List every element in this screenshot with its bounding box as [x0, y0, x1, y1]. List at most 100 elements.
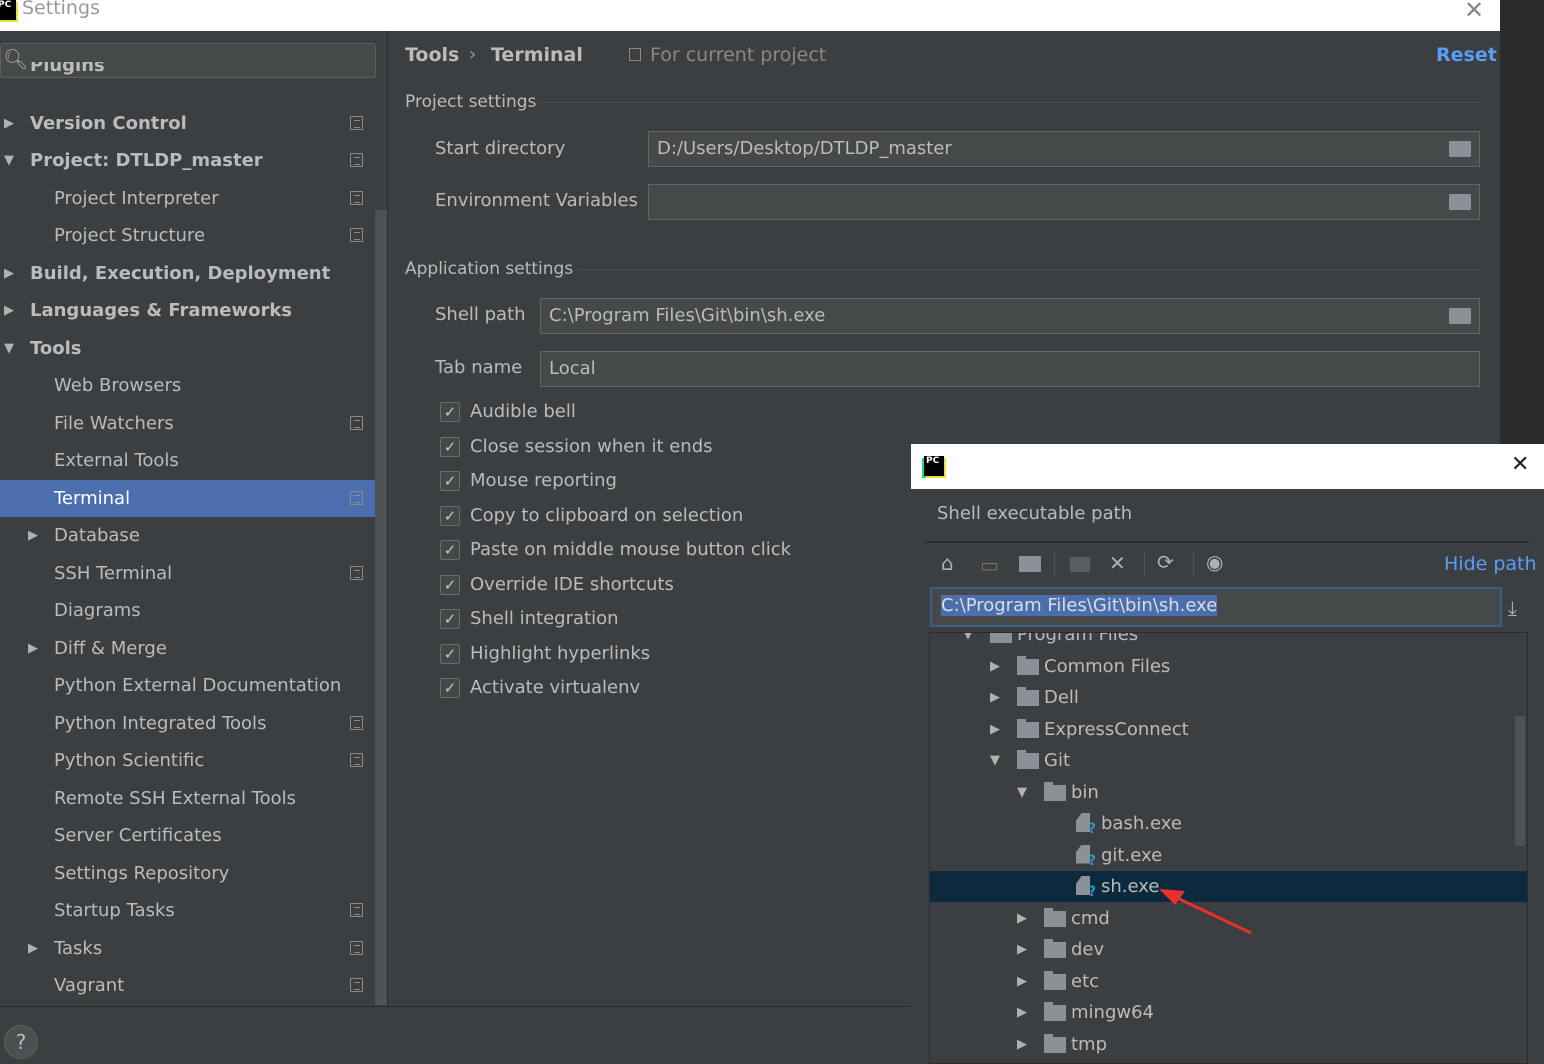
breadcrumb-tools[interactable]: Tools — [405, 44, 459, 66]
checkbox[interactable]: ✓ — [440, 540, 460, 560]
sidebar-item[interactable]: SSH Terminal — [0, 555, 375, 592]
tree-item[interactable]: ▼ Program Files — [930, 633, 1527, 650]
sidebar-item[interactable]: ▶ Tasks — [0, 930, 375, 967]
tree-item[interactable]: ▶ Dell — [930, 682, 1527, 713]
new-folder-icon[interactable] — [1070, 557, 1090, 572]
collapsed-arrow-icon[interactable]: ▶ — [1017, 934, 1027, 965]
checkbox[interactable]: ✓ — [440, 471, 460, 491]
browse-folder-icon[interactable] — [1449, 194, 1471, 210]
download-icon[interactable]: ⤓ — [1508, 596, 1517, 620]
sidebar-item[interactable]: Python Scientific — [0, 742, 375, 779]
delete-icon[interactable]: ✕ — [1109, 551, 1126, 575]
sidebar-item[interactable]: External Tools — [0, 442, 375, 479]
checkbox[interactable]: ✓ — [440, 436, 460, 457]
sidebar-item[interactable]: ▶ Build, Execution, Deployment — [0, 255, 375, 292]
tree-item[interactable]: ? git.exe — [930, 840, 1527, 871]
checkbox[interactable]: ✓ — [440, 609, 460, 629]
checkbox-label[interactable]: Mouse reporting — [470, 470, 617, 491]
collapsed-arrow-icon[interactable]: ▶ — [990, 651, 1000, 682]
checkbox-label[interactable]: Audible bell — [470, 401, 576, 422]
tree-item[interactable]: ▼ bin — [930, 777, 1527, 808]
sidebar-item[interactable]: ▶ Diff & Merge — [0, 630, 375, 667]
expanded-arrow-icon[interactable]: ▼ — [4, 330, 14, 367]
home-icon[interactable]: ⌂ — [941, 551, 954, 575]
sidebar-item[interactable]: ▶ Version Control — [0, 105, 375, 142]
collapsed-arrow-icon[interactable]: ▶ — [990, 682, 1000, 713]
collapsed-arrow-icon[interactable]: ▶ — [4, 105, 14, 142]
sidebar-item[interactable]: Diagrams — [0, 592, 375, 629]
expanded-arrow-icon[interactable]: ▼ — [4, 142, 14, 179]
tree-item[interactable]: ▶ mingw64 — [930, 997, 1527, 1028]
browse-folder-icon[interactable] — [1449, 308, 1471, 324]
checkbox-label[interactable]: Activate virtualenv — [470, 677, 640, 698]
sidebar-item[interactable]: Python Integrated Tools — [0, 705, 375, 742]
checkbox[interactable]: ✓ — [440, 678, 460, 698]
help-button[interactable]: ? — [4, 1025, 38, 1059]
collapsed-arrow-icon[interactable]: ▶ — [28, 630, 38, 667]
checkbox-label[interactable]: Paste on middle mouse button click — [470, 539, 791, 560]
collapsed-arrow-icon[interactable]: ▶ — [1017, 1029, 1027, 1060]
sidebar-item[interactable]: File Watchers — [0, 405, 375, 442]
collapsed-arrow-icon[interactable]: ▶ — [1017, 903, 1027, 934]
start-directory-field[interactable]: D:/Users/Desktop/DTLDP_master — [648, 131, 1480, 167]
expanded-arrow-icon[interactable]: ▼ — [1017, 777, 1027, 808]
tree-item[interactable]: ▶ tmp — [930, 1029, 1527, 1060]
sidebar-item[interactable]: Project Structure — [0, 217, 375, 254]
sidebar-item[interactable]: ▶ Database — [0, 517, 375, 554]
checkbox-label[interactable]: Shell integration — [470, 608, 619, 629]
sidebar-item[interactable]: Python External Documentation — [0, 667, 375, 704]
tree-item[interactable]: ▶ etc — [930, 966, 1527, 997]
expanded-arrow-icon[interactable]: ▼ — [963, 633, 973, 650]
tree-item[interactable]: ▶ dev — [930, 934, 1527, 965]
checkbox-label[interactable]: Copy to clipboard on selection — [470, 505, 743, 526]
close-icon[interactable]: ✕ — [1511, 452, 1529, 477]
checkbox-label[interactable]: Override IDE shortcuts — [470, 574, 674, 595]
sidebar-item[interactable]: Web Browsers — [0, 367, 375, 404]
collapsed-arrow-icon[interactable]: ▶ — [1017, 966, 1027, 997]
sidebar-item[interactable]: ▼ Project: DTLDP_master — [0, 142, 375, 179]
tree-item[interactable]: ▶ ExpressConnect — [930, 714, 1527, 745]
collapsed-arrow-icon[interactable]: ▶ — [4, 255, 14, 292]
tree-scrollbar[interactable] — [1515, 716, 1525, 846]
sidebar-item[interactable]: Remote SSH External Tools — [0, 780, 375, 817]
checkbox[interactable]: ✓ — [440, 402, 460, 422]
sidebar-item-label: Vagrant — [54, 975, 125, 996]
collapsed-arrow-icon[interactable]: ▶ — [28, 930, 38, 967]
hide-path-link[interactable]: Hide path — [1444, 553, 1537, 575]
shell-path-field[interactable]: C:\Program Files\Git\bin\sh.exe — [540, 298, 1480, 334]
sidebar-item[interactable]: ▼ Tools — [0, 330, 375, 367]
collapsed-arrow-icon[interactable]: ▶ — [28, 517, 38, 554]
sidebar-scrollbar[interactable] — [375, 210, 387, 1005]
checkbox-label[interactable]: Close session when it ends — [470, 436, 713, 457]
show-hidden-icon[interactable]: ◉ — [1206, 550, 1223, 574]
checkbox[interactable]: ✓ — [440, 505, 460, 526]
project-settings-heading: Project settings — [405, 92, 537, 112]
sidebar-item[interactable]: Plugins — [0, 62, 375, 86]
tab-name-field[interactable]: Local — [540, 351, 1480, 387]
chooser-path-input[interactable]: C:\Program Files\Git\bin\sh.exe — [930, 587, 1502, 627]
desktop-icon[interactable]: ▭ — [980, 553, 999, 577]
checkbox[interactable]: ✓ — [440, 643, 460, 664]
refresh-icon[interactable]: ⟳ — [1157, 550, 1174, 574]
collapsed-arrow-icon[interactable]: ▶ — [1017, 997, 1027, 1028]
checkbox-label[interactable]: Highlight hyperlinks — [470, 643, 650, 664]
reset-link[interactable]: Reset — [1436, 44, 1497, 66]
sidebar-item[interactable]: Project Interpreter — [0, 180, 375, 217]
browse-folder-icon[interactable] — [1449, 141, 1471, 157]
tree-item[interactable]: ? bash.exe — [930, 808, 1527, 839]
project-folder-icon[interactable] — [1019, 556, 1041, 572]
close-icon[interactable]: ✕ — [1464, 0, 1484, 24]
tree-item[interactable]: ▶ Common Files — [930, 651, 1527, 682]
sidebar-item[interactable]: Vagrant — [0, 967, 375, 1004]
expanded-arrow-icon[interactable]: ▼ — [990, 745, 1000, 776]
sidebar-item[interactable]: Settings Repository — [0, 855, 375, 892]
tree-item[interactable]: ▼ Git — [930, 745, 1527, 776]
sidebar-item[interactable]: Terminal — [0, 479, 375, 517]
collapsed-arrow-icon[interactable]: ▶ — [4, 292, 14, 329]
sidebar-item[interactable]: Server Certificates — [0, 817, 375, 854]
env-variables-field[interactable] — [648, 184, 1480, 220]
checkbox[interactable]: ✓ — [440, 574, 460, 595]
sidebar-item[interactable]: ▶ Languages & Frameworks — [0, 292, 375, 329]
collapsed-arrow-icon[interactable]: ▶ — [990, 714, 1000, 745]
sidebar-item[interactable]: Startup Tasks — [0, 892, 375, 929]
